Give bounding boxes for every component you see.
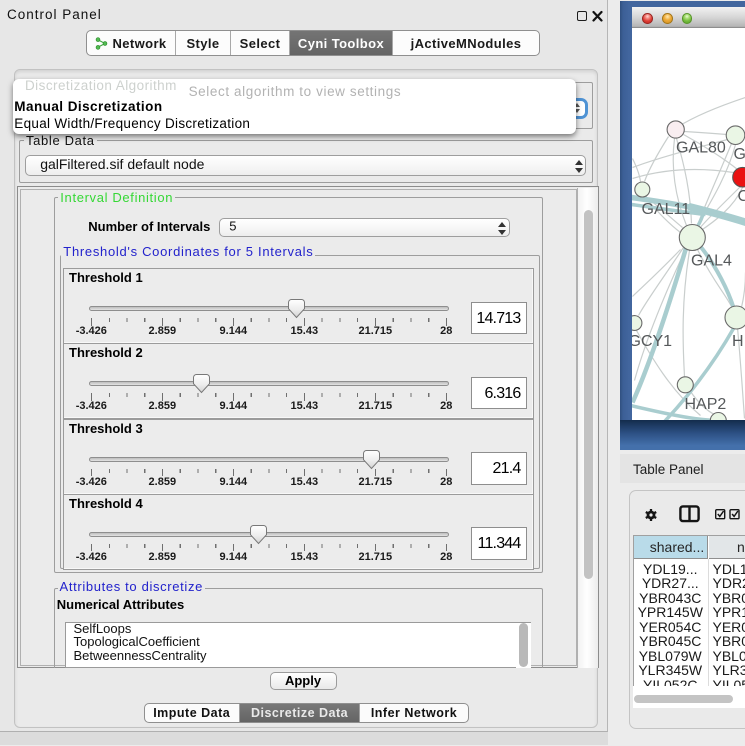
- svg-text:GAL80: GAL80: [676, 139, 726, 156]
- svg-text:C: C: [737, 188, 745, 205]
- svg-text:HAP2: HAP2: [684, 396, 726, 413]
- svg-text:H: H: [732, 333, 744, 350]
- svg-text:GAL4: GAL4: [691, 252, 732, 269]
- svg-text:GAL11: GAL11: [641, 201, 690, 218]
- svg-text:GCY1: GCY1: [632, 333, 672, 350]
- svg-text:G.: G.: [733, 146, 745, 163]
